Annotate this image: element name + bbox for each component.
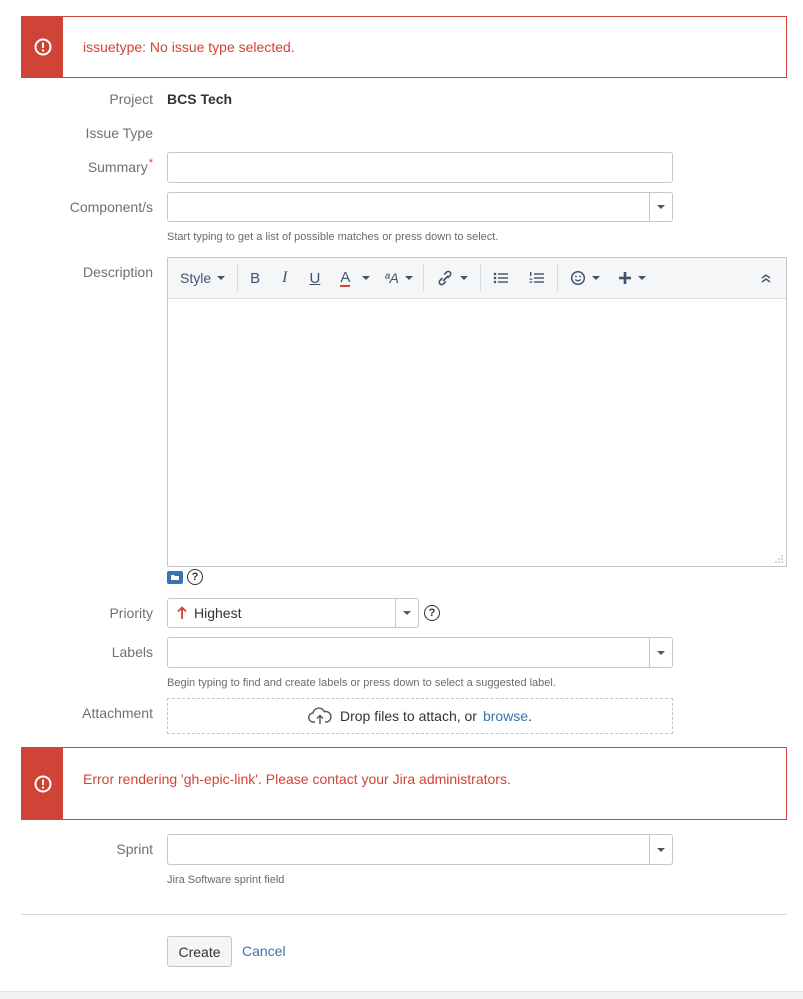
- bullet-list-icon: [493, 272, 508, 284]
- style-label: Style: [180, 270, 212, 286]
- description-label: Description: [82, 264, 153, 280]
- form-divider: [21, 914, 787, 915]
- cancel-link[interactable]: Cancel: [242, 943, 286, 959]
- summary-label: Summary*: [0, 157, 153, 175]
- issue-type-label: Issue Type: [85, 125, 153, 141]
- browse-suffix: .: [528, 708, 532, 724]
- create-button[interactable]: Create: [167, 936, 232, 967]
- sprint-hint: Jira Software sprint field: [167, 874, 285, 886]
- plus-icon: [618, 272, 631, 284]
- more-formatting-button[interactable]: ªA: [376, 263, 421, 293]
- editor-footer: ?: [167, 569, 203, 585]
- chevron-down-icon: [217, 276, 226, 280]
- attachment-dropzone[interactable]: Drop files to attach, or browse.: [167, 698, 673, 734]
- editor-help-icon[interactable]: ?: [187, 569, 203, 585]
- chevron-down-icon: [637, 276, 646, 280]
- underline-button[interactable]: U: [299, 263, 330, 293]
- bold-button[interactable]: B: [240, 263, 270, 293]
- error-strip: [22, 748, 63, 819]
- description-editor: Style B I U A ªA: [167, 257, 787, 567]
- error-message-issuetype: issuetype: No issue type selected.: [21, 16, 787, 78]
- sprint-label: Sprint: [116, 841, 153, 857]
- priority-select[interactable]: Highest: [167, 598, 419, 628]
- priority-label: Priority: [109, 605, 153, 621]
- components-label: Component/s: [69, 199, 153, 215]
- error-icon: [34, 38, 51, 56]
- underline-icon: U: [309, 269, 321, 287]
- chevron-down-icon: [657, 205, 665, 209]
- double-chevron-up-icon: [761, 274, 771, 283]
- browse-link[interactable]: browse: [483, 708, 528, 724]
- error-icon: [34, 775, 51, 792]
- emoticon-button[interactable]: [560, 263, 610, 293]
- numbered-list-button[interactable]: [519, 263, 555, 293]
- project-label: Project: [109, 91, 153, 107]
- toolbar-separator: [556, 264, 558, 292]
- chevron-down-icon: [403, 611, 411, 615]
- components-field[interactable]: [167, 192, 673, 222]
- insert-more-button[interactable]: [610, 263, 654, 293]
- toolbar-separator: [479, 264, 481, 292]
- text-color-button[interactable]: A: [330, 263, 376, 293]
- bottom-bar: [0, 991, 803, 999]
- priority-value: Highest: [194, 605, 242, 621]
- folder-icon[interactable]: [167, 570, 183, 584]
- error-strip: [22, 17, 63, 77]
- attachment-drop-text: Drop files to attach, or: [340, 708, 477, 724]
- bullet-list-button[interactable]: [483, 263, 519, 293]
- chevron-down-icon: [362, 276, 371, 280]
- text-color-icon: A: [340, 268, 351, 287]
- error-message-epic-link: Error rendering 'gh-epic-link'. Please c…: [21, 747, 787, 820]
- chevron-down-icon: [657, 847, 665, 852]
- labels-input[interactable]: [168, 638, 648, 667]
- cloud-upload-icon: [308, 707, 332, 724]
- labels-field[interactable]: [167, 637, 673, 668]
- summary-label-text: Summary: [87, 159, 148, 175]
- attachment-label: Attachment: [82, 705, 153, 721]
- chevron-down-icon: [459, 276, 468, 280]
- description-text-area[interactable]: [168, 300, 786, 566]
- labels-label: Labels: [111, 644, 153, 660]
- error-text: issuetype: No issue type selected.: [83, 39, 295, 55]
- editor-toolbar: Style B I U A ªA: [168, 258, 786, 299]
- style-dropdown[interactable]: Style: [172, 263, 235, 293]
- components-input[interactable]: [168, 193, 648, 221]
- priority-dropdown-button[interactable]: [395, 599, 418, 627]
- toolbar-separator: [237, 264, 239, 292]
- chevron-down-icon: [404, 276, 413, 280]
- toolbar-separator: [422, 264, 424, 292]
- sprint-dropdown-button[interactable]: [649, 835, 672, 864]
- components-dropdown-button[interactable]: [649, 193, 672, 221]
- priority-help-icon[interactable]: ?: [424, 605, 440, 621]
- more-formatting-icon: ªA: [384, 270, 399, 286]
- labels-hint: Begin typing to find and create labels o…: [167, 677, 556, 689]
- link-button[interactable]: [426, 263, 478, 293]
- resize-grip-icon[interactable]: [775, 555, 783, 563]
- sprint-field[interactable]: [167, 834, 673, 865]
- italic-icon: I: [282, 269, 288, 286]
- arrow-up-icon: [177, 606, 187, 619]
- required-marker: *: [148, 157, 153, 169]
- components-hint: Start typing to get a list of possible m…: [167, 231, 499, 243]
- collapse-toolbar-button[interactable]: [756, 263, 776, 293]
- labels-dropdown-button[interactable]: [649, 638, 672, 667]
- italic-button[interactable]: I: [270, 263, 299, 293]
- error-text: Error rendering 'gh-epic-link'. Please c…: [83, 771, 511, 787]
- chevron-down-icon: [591, 276, 600, 280]
- project-value: BCS Tech: [167, 91, 233, 107]
- emoticon-icon: [570, 270, 585, 286]
- link-icon: [438, 270, 452, 286]
- bold-icon: B: [250, 269, 261, 287]
- numbered-list-icon: [529, 272, 544, 283]
- sprint-input[interactable]: [168, 835, 648, 864]
- summary-input[interactable]: [168, 153, 672, 182]
- summary-field[interactable]: [167, 152, 673, 183]
- chevron-down-icon: [657, 650, 665, 655]
